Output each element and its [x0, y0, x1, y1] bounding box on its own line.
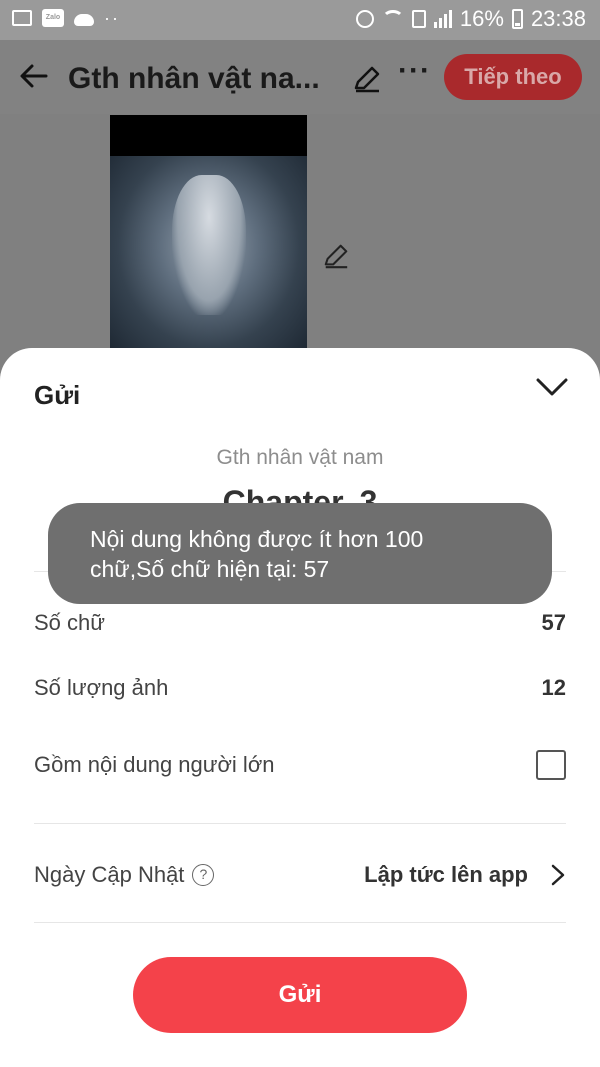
chevron-down-icon: [536, 378, 568, 396]
page-title: Gth nhân vật na...: [68, 62, 320, 95]
update-date-value-group[interactable]: Lập tức lên app: [364, 862, 566, 888]
cover-image[interactable]: [110, 115, 307, 355]
word-count-row: Số chữ 57: [34, 603, 566, 643]
story-name: Gth nhân vật nam: [216, 446, 384, 469]
word-count-value: 57: [541, 610, 566, 635]
update-date-label-group: Ngày Cập Nhật ?: [34, 862, 215, 888]
update-date-value: Lập tức lên app: [364, 862, 528, 887]
next-button[interactable]: Tiếp theo: [444, 54, 582, 100]
toast-message: Nội dung không được ít hơn 100 chữ,Số ch…: [48, 503, 552, 604]
zalo-icon: Zalo: [42, 9, 64, 27]
more-options-button[interactable]: ···: [398, 54, 431, 88]
update-date-row[interactable]: Ngày Cập Nhật ? Lập tức lên app: [34, 855, 566, 895]
status-right-icons: 16% 23:38: [355, 6, 586, 32]
help-icon[interactable]: ?: [192, 864, 215, 886]
wifi-icon: [381, 10, 404, 28]
edit-cover-button[interactable]: [322, 242, 350, 270]
pencil-icon: [324, 244, 348, 269]
divider: [34, 922, 566, 923]
alarm-icon: [355, 10, 374, 28]
edit-title-button[interactable]: [352, 64, 382, 94]
arrow-left-icon: [20, 64, 48, 88]
submit-sheet: Gửi Gth nhân vật nam Chapter. 3 Số chữ 5…: [0, 348, 600, 1067]
update-date-label: Ngày Cập Nhật: [34, 862, 185, 887]
sheet-title: Gửi: [34, 380, 81, 410]
battery-percent: 16%: [459, 6, 504, 31]
status-left-icons: Zalo ··: [12, 9, 120, 27]
gallery-icon: [12, 10, 32, 26]
word-count-label: Số chữ: [34, 610, 105, 635]
cloud-icon: [74, 13, 94, 26]
toast-line-1: Nội dung không được ít hơn 100: [90, 526, 424, 552]
status-bar: Zalo ·· 16% 23:38: [0, 0, 600, 40]
signal-icon: [433, 10, 452, 28]
pencil-icon: [354, 66, 380, 93]
clock: 23:38: [530, 6, 586, 31]
adult-content-checkbox[interactable]: [536, 750, 566, 780]
cover-figure: [172, 175, 246, 315]
app-header: Gth nhân vật na... ··· Tiếp theo: [0, 40, 600, 114]
more-dots-icon: ··: [104, 8, 120, 28]
image-count-value: 12: [541, 675, 566, 700]
adult-content-row: Gồm nội dung người lớn: [34, 745, 566, 785]
collapse-sheet-button[interactable]: [532, 372, 572, 402]
back-button[interactable]: [18, 60, 52, 94]
battery-icon: [511, 9, 523, 29]
image-count-row: Số lượng ảnh 12: [34, 668, 566, 708]
divider: [34, 823, 566, 824]
adult-content-label: Gồm nội dung người lớn: [34, 752, 275, 777]
chevron-right-icon: [551, 864, 565, 886]
sim-icon: [411, 10, 426, 28]
submit-button[interactable]: Gửi: [133, 957, 467, 1033]
image-count-label: Số lượng ảnh: [34, 675, 169, 700]
toast-line-2: chữ,Số chữ hiện tại: 57: [90, 556, 330, 582]
